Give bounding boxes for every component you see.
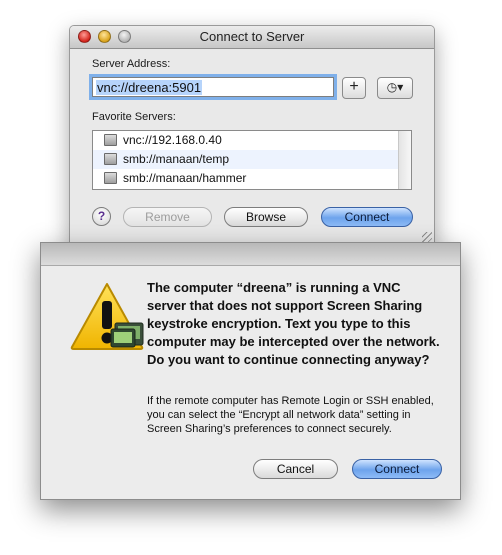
favorite-servers-label: Favorite Servers: <box>92 111 176 123</box>
list-item[interactable]: vnc://192.168.0.40 <box>93 131 411 150</box>
favorite-server-label: vnc://192.168.0.40 <box>123 133 222 147</box>
server-icon <box>104 172 117 184</box>
remove-button[interactable]: Remove <box>123 207 212 227</box>
alert-message: The computer “dreena” is running a VNC s… <box>147 280 440 367</box>
favorite-server-label: smb://manaan/temp <box>123 152 230 166</box>
caution-triangle-icon <box>70 283 144 350</box>
recent-servers-button[interactable]: ◷▾ <box>377 77 413 99</box>
cancel-button[interactable]: Cancel <box>253 459 338 479</box>
help-button[interactable]: ? <box>92 207 111 226</box>
alert-connect-button[interactable]: Connect <box>352 459 442 479</box>
favorite-servers-list[interactable]: vnc://192.168.0.40 smb://manaan/temp smb… <box>92 130 412 190</box>
screen: Connect to Server Server Address: vnc://… <box>0 0 502 555</box>
resize-grip[interactable] <box>422 232 432 242</box>
connect-button[interactable]: Connect <box>321 207 413 227</box>
list-item[interactable]: smb://manaan/temp <box>93 150 411 169</box>
server-address-field[interactable]: vnc://dreena:5901 <box>92 77 334 97</box>
server-icon <box>104 134 117 146</box>
screen-sharing-icon <box>110 322 144 348</box>
sheet-header <box>41 243 460 266</box>
list-item[interactable]: smb://manaan/hammer <box>93 169 411 188</box>
favorite-server-label: smb://manaan/hammer <box>123 171 247 185</box>
server-icon <box>104 153 117 165</box>
alert-informative-text: If the remote computer has Remote Login … <box>147 395 434 435</box>
encryption-warning-sheet: The computer “dreena” is running a VNC s… <box>40 242 461 500</box>
browse-button[interactable]: Browse <box>224 207 308 227</box>
title-bar[interactable]: Connect to Server <box>70 26 434 49</box>
connect-to-server-window: Connect to Server Server Address: vnc://… <box>69 25 435 245</box>
list-scrollbar[interactable] <box>398 131 411 189</box>
add-favorite-button[interactable]: + <box>342 77 366 99</box>
server-address-label: Server Address: <box>92 58 171 70</box>
server-address-value: vnc://dreena:5901 <box>96 80 203 95</box>
window-title: Connect to Server <box>199 29 305 44</box>
